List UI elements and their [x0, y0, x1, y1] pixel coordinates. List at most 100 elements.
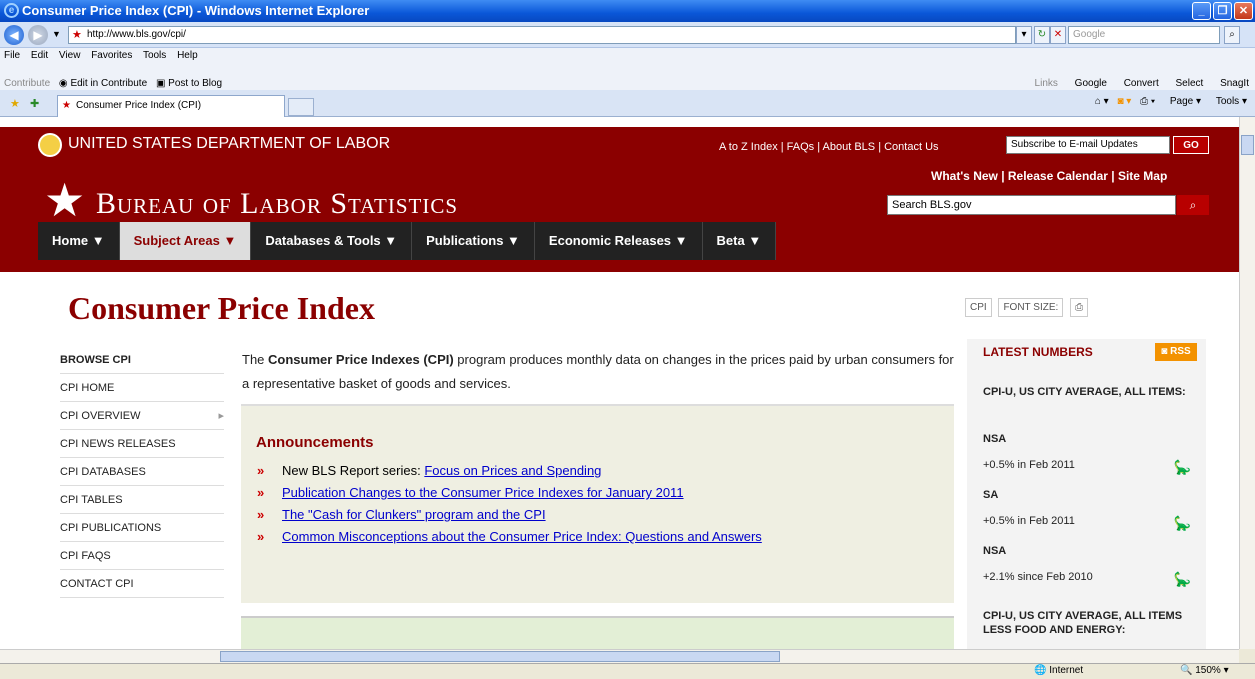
links-label: Links	[1034, 78, 1058, 89]
sidebar-item-contact[interactable]: CONTACT CPI	[60, 570, 224, 598]
bls-search-icon[interactable]: ⌕	[1177, 195, 1209, 215]
print-page-icon[interactable]: ⎙	[1070, 298, 1089, 317]
window-controls: _ ❐ ✕	[1192, 2, 1253, 20]
quick-links[interactable]: What's New | Release Calendar | Site Map	[931, 169, 1167, 183]
zoom-level[interactable]: 🔍 150% ▾	[1180, 664, 1229, 678]
feeds-icon[interactable]: ◙ ▾	[1117, 96, 1131, 107]
convert-button[interactable]: Convert	[1124, 78, 1159, 89]
sidebar-item-faqs[interactable]: CPI FAQS	[60, 542, 224, 570]
bls-header: UNITED STATES DEPARTMENT OF LABOR A to Z…	[0, 127, 1239, 272]
department-title[interactable]: UNITED STATES DEPARTMENT OF LABOR	[68, 135, 390, 153]
snagit-button[interactable]: SnagIt	[1220, 78, 1249, 89]
search-icon[interactable]: ⌕	[1224, 26, 1240, 44]
search-input[interactable]: Google	[1068, 26, 1220, 44]
post-to-blog-button[interactable]: ▣ Post to Blog	[156, 78, 222, 89]
address-bar: ◀ ▶ ▼ ★ http://www.bls.gov/cpi/ ▾ ↻ ✕ Go…	[0, 22, 1255, 48]
row-label: NSA	[983, 545, 1007, 557]
toolbar-contribute: Contribute ◉ Edit in Contribute ▣ Post t…	[0, 63, 1255, 90]
intro-text: The Consumer Price Indexes (CPI) program…	[242, 352, 954, 391]
status-bar: 🌐 Internet 🔍 150% ▾	[0, 663, 1255, 679]
url-input[interactable]: ★ http://www.bls.gov/cpi/	[68, 26, 1016, 44]
maximize-icon[interactable]: ❐	[1213, 2, 1232, 20]
window-titlebar: e Consumer Price Index (CPI) - Windows I…	[0, 0, 1255, 22]
dinosaur-chart-icon[interactable]: 🦕	[1174, 459, 1191, 476]
nav-beta[interactable]: Beta ▼	[703, 222, 777, 260]
close-icon[interactable]: ✕	[1234, 2, 1253, 20]
sidebar-item-databases[interactable]: CPI DATABASES	[60, 458, 224, 486]
announcements-box: Announcements New BLS Report series: Foc…	[241, 404, 954, 603]
vertical-scrollbar[interactable]	[1239, 117, 1255, 649]
dinosaur-chart-icon[interactable]: 🦕	[1174, 571, 1191, 588]
menu-tools[interactable]: Tools	[143, 50, 166, 61]
row-value[interactable]: +2.1% since Feb 2010 🦕	[983, 571, 1191, 587]
tab-cpi[interactable]: ★ Consumer Price Index (CPI)	[57, 95, 285, 117]
row-value[interactable]: +0.5% in Feb 2011 🦕	[983, 459, 1191, 475]
sidebar-item-news-releases[interactable]: CPI NEWS RELEASES	[60, 430, 224, 458]
expand-arrow-icon: ▸	[218, 410, 224, 422]
url-dropdown-icon[interactable]: ▾	[1016, 26, 1032, 44]
sidebar-item-cpi-home[interactable]: CPI HOME	[60, 374, 224, 402]
edit-in-contribute-button[interactable]: ◉ Edit in Contribute	[59, 78, 147, 89]
bls-title[interactable]: Bureau of Labor Statistics	[96, 187, 458, 221]
row-value[interactable]: +0.5% in Feb 2011 🦕	[983, 515, 1191, 531]
announcement-link[interactable]: Common Misconceptions about the Consumer…	[282, 529, 762, 544]
select-button[interactable]: Select	[1176, 78, 1204, 89]
window-title: Consumer Price Index (CPI) - Windows Int…	[22, 3, 370, 18]
announcement-link[interactable]: The "Cash for Clunkers" program and the …	[282, 507, 546, 522]
subscribe-input[interactable]: Subscribe to E-mail Updates	[1006, 136, 1170, 154]
forward-icon[interactable]: ▶	[28, 25, 48, 45]
menu-favorites[interactable]: Favorites	[91, 50, 132, 61]
nav-subject-areas[interactable]: Subject Areas ▼	[119, 222, 252, 260]
stop-icon[interactable]: ✕	[1050, 26, 1066, 44]
nav-economic-releases[interactable]: Economic Releases ▼	[535, 222, 703, 260]
nav-publications[interactable]: Publications ▼	[412, 222, 535, 260]
add-favorites-icon[interactable]: ✚	[30, 97, 39, 110]
links-group: Links Google Convert Select SnagIt	[1021, 77, 1249, 91]
font-size-control[interactable]: FONT SIZE:	[998, 298, 1064, 317]
menu-edit[interactable]: Edit	[31, 50, 48, 61]
print-icon[interactable]: ⎙ ▾	[1140, 96, 1155, 107]
nav-databases-tools[interactable]: Databases & Tools ▼	[251, 222, 413, 260]
scroll-thumb[interactable]	[1241, 135, 1254, 155]
scroll-thumb[interactable]	[220, 651, 780, 662]
sidebar-item-tables[interactable]: CPI TABLES	[60, 486, 224, 514]
main-nav: Home ▼ Subject Areas ▼ Databases & Tools…	[38, 222, 777, 260]
history-dropdown-icon[interactable]: ▼	[52, 29, 61, 39]
series-heading: CPI-U, US CITY AVERAGE, ALL ITEMS:	[983, 386, 1186, 398]
menu-help[interactable]: Help	[177, 50, 198, 61]
sidebar: BROWSE CPI CPI HOME CPI OVERVIEW ▸ CPI N…	[60, 346, 224, 598]
tools-menu[interactable]: Tools ▾	[1210, 96, 1247, 107]
top-links[interactable]: A to Z Index | FAQs | About BLS | Contac…	[719, 141, 939, 153]
announcement-item: Publication Changes to the Consumer Pric…	[257, 482, 762, 504]
sidebar-item-cpi-overview[interactable]: CPI OVERVIEW ▸	[60, 402, 224, 430]
menu-file[interactable]: File	[4, 50, 20, 61]
contribute-group: Contribute ◉ Edit in Contribute ▣ Post t…	[4, 77, 222, 91]
google-link[interactable]: Google	[1075, 78, 1107, 89]
announcement-link[interactable]: Focus on Prices and Spending	[424, 463, 601, 478]
announcement-link[interactable]: Publication Changes to the Consumer Pric…	[282, 485, 684, 500]
menu-view[interactable]: View	[59, 50, 81, 61]
page-menu[interactable]: Page ▾	[1164, 96, 1201, 107]
nav-home[interactable]: Home ▼	[38, 222, 120, 260]
favicon-icon: ★	[72, 29, 82, 41]
refresh-icon[interactable]: ↻	[1034, 26, 1050, 44]
new-tab-button[interactable]	[288, 98, 314, 116]
favorites-star-icon[interactable]: ★	[10, 97, 20, 110]
ie-logo-icon: e	[4, 3, 19, 18]
announcement-item: Common Misconceptions about the Consumer…	[257, 526, 762, 548]
rss-button[interactable]: ◙ RSS	[1155, 343, 1197, 361]
minimize-icon[interactable]: _	[1192, 2, 1211, 20]
home-icon[interactable]: ⌂ ▾	[1095, 96, 1109, 107]
back-icon[interactable]: ◀	[4, 25, 24, 45]
dinosaur-chart-icon[interactable]: 🦕	[1174, 515, 1191, 532]
row-label: SA	[983, 489, 999, 501]
tab-bar: ★ ✚ ★ Consumer Price Index (CPI) ⌂ ▾ ◙ ▾…	[0, 90, 1255, 117]
series-heading: CPI-U, US CITY AVERAGE, ALL ITEMS LESS F…	[983, 610, 1183, 636]
cpi-tool-button[interactable]: CPI	[965, 298, 992, 317]
sidebar-heading: BROWSE CPI	[60, 346, 224, 374]
announcement-item: New BLS Report series: Focus on Prices a…	[257, 460, 762, 482]
sidebar-item-publications[interactable]: CPI PUBLICATIONS	[60, 514, 224, 542]
go-button[interactable]: GO	[1173, 136, 1209, 154]
horizontal-scrollbar[interactable]	[0, 649, 1239, 663]
bls-search-input[interactable]: Search BLS.gov	[887, 195, 1176, 215]
